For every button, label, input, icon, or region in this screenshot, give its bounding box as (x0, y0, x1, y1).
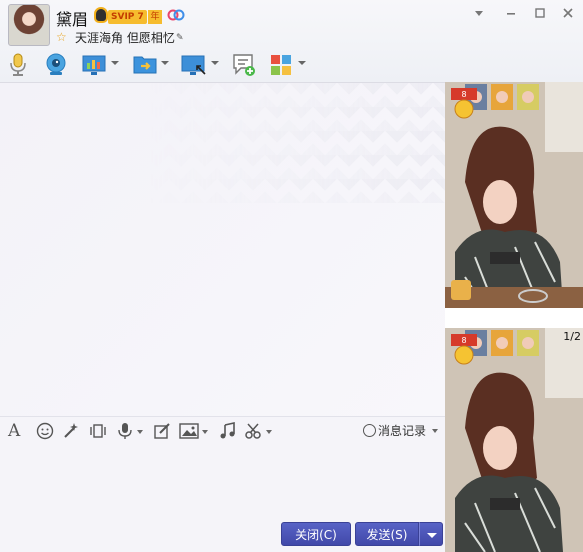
history-menu-caret (431, 429, 438, 433)
dropdown-icon[interactable] (472, 6, 486, 20)
voice-icon[interactable] (117, 422, 133, 440)
chat-toolbar (0, 50, 583, 80)
svip-badge[interactable]: SVIP 7 (108, 10, 147, 24)
image-menu-caret[interactable] (202, 430, 208, 434)
font-icon[interactable]: A (8, 422, 20, 440)
music-icon[interactable] (219, 422, 237, 440)
chat-window: 黛眉 SVIP 7 年 ☆ 天涯海角 但愿相忆 ✎ A 消息记录 关闭(C) 发… (0, 0, 583, 552)
message-history-label: 消息记录 (378, 424, 427, 438)
qq-friend-link-icon[interactable] (167, 8, 185, 22)
contact-avatar[interactable] (8, 4, 50, 46)
screenshot-icon[interactable] (244, 422, 264, 440)
microphone-icon[interactable] (8, 53, 28, 77)
file-transfer-icon[interactable] (133, 53, 157, 77)
close-icon[interactable] (561, 6, 575, 20)
svip-penguin-icon[interactable] (94, 7, 108, 23)
star-icon: ☆ (56, 30, 67, 44)
remote-desktop-menu-caret[interactable] (111, 61, 119, 65)
apps-icon[interactable] (270, 53, 292, 77)
like-icon[interactable] (451, 280, 471, 300)
contact-signature: 天涯海角 但愿相忆 (75, 31, 175, 45)
show-image-1[interactable]: 8 (445, 82, 583, 308)
chat-background-pattern (145, 83, 445, 203)
minimize-icon[interactable] (504, 6, 518, 20)
svip-year-badge: 年 (148, 10, 162, 24)
send-button[interactable]: 发送(S) (355, 522, 419, 546)
message-history-area[interactable] (0, 82, 445, 416)
rank-medal-icon: 8 (451, 88, 477, 119)
voice-menu-caret[interactable] (137, 430, 143, 434)
image-counter: 1/2 (563, 330, 581, 343)
screenshot-menu-caret[interactable] (266, 430, 272, 434)
signature-edit-icon[interactable]: ✎ (176, 33, 184, 43)
screen-share-menu-caret[interactable] (211, 61, 219, 65)
magic-icon[interactable] (62, 422, 80, 440)
svg-text:8: 8 (461, 336, 466, 345)
new-discussion-icon[interactable] (232, 53, 256, 77)
send-options-button[interactable] (419, 522, 443, 546)
show-image-2[interactable]: 8 1/2 (445, 328, 583, 552)
emoji-icon[interactable] (36, 422, 54, 440)
close-button[interactable]: 关闭(C) (281, 522, 351, 546)
message-history-button[interactable]: 消息记录 (363, 422, 438, 440)
screen-share-icon[interactable] (181, 53, 207, 77)
file-transfer-menu-caret[interactable] (161, 61, 169, 65)
webcam-icon[interactable] (45, 53, 67, 77)
edit-icon[interactable] (153, 422, 171, 440)
window-header: 黛眉 SVIP 7 年 ☆ 天涯海角 但愿相忆 ✎ (0, 0, 583, 82)
clock-icon (363, 424, 376, 437)
apps-menu-caret[interactable] (298, 61, 306, 65)
remote-desktop-icon[interactable] (82, 53, 106, 77)
rank-medal-icon: 8 (451, 334, 477, 365)
svg-text:8: 8 (461, 90, 466, 99)
input-toolbar: A 消息记录 (0, 416, 445, 444)
show-panel: 8 8 1/2 (445, 82, 583, 552)
contact-name[interactable]: 黛眉 (56, 6, 88, 30)
image-icon[interactable] (179, 422, 199, 440)
maximize-icon[interactable] (533, 6, 547, 20)
shake-icon[interactable] (89, 422, 107, 440)
